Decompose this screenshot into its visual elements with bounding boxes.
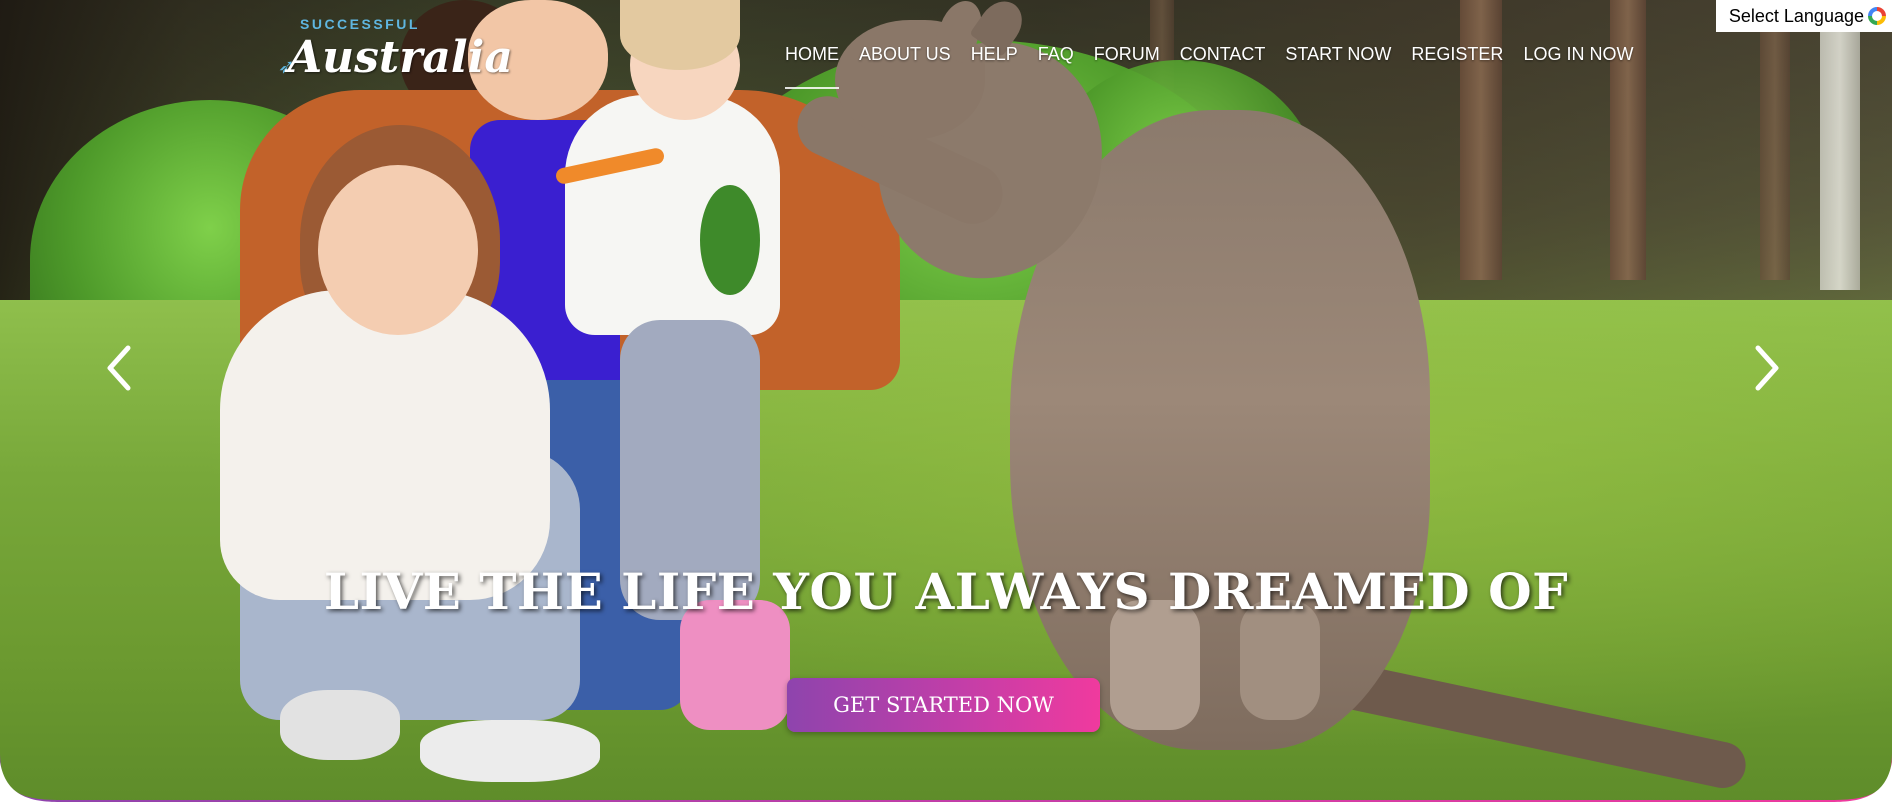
language-selector[interactable]: Select Language [1716,0,1892,32]
nav-faq[interactable]: FAQ [1038,44,1074,89]
nav-start-now[interactable]: START NOW [1285,44,1391,89]
logo-wordmark: Australia [288,32,513,83]
nav-log-in-now[interactable]: LOG IN NOW [1523,44,1633,89]
chevron-left-icon [107,345,131,391]
hero-headline: LIVE THE LIFE YOU ALWAYS DREAMED OF [323,562,1569,621]
language-selector-label: Select Language [1728,5,1864,26]
logo-tagline: SUCCESSFUL [300,16,420,32]
main-nav: HOME ABOUT US HELP FAQ FORUM CONTACT STA… [785,44,1653,89]
nav-contact[interactable]: CONTACT [1180,44,1266,89]
carousel-prev-button[interactable] [100,340,140,396]
get-started-button[interactable]: GET STARTED NOW [787,678,1100,732]
nav-about-us[interactable]: ABOUT US [859,44,951,89]
site-logo[interactable]: SUCCESSFUL ➶ Australia [278,14,513,104]
google-icon [1868,7,1886,25]
nav-register[interactable]: REGISTER [1411,44,1503,89]
chevron-right-icon [1755,345,1779,391]
nav-forum[interactable]: FORUM [1094,44,1160,89]
nav-home[interactable]: HOME [785,44,839,89]
nav-help[interactable]: HELP [971,44,1018,89]
carousel-next-button[interactable] [1746,340,1786,396]
